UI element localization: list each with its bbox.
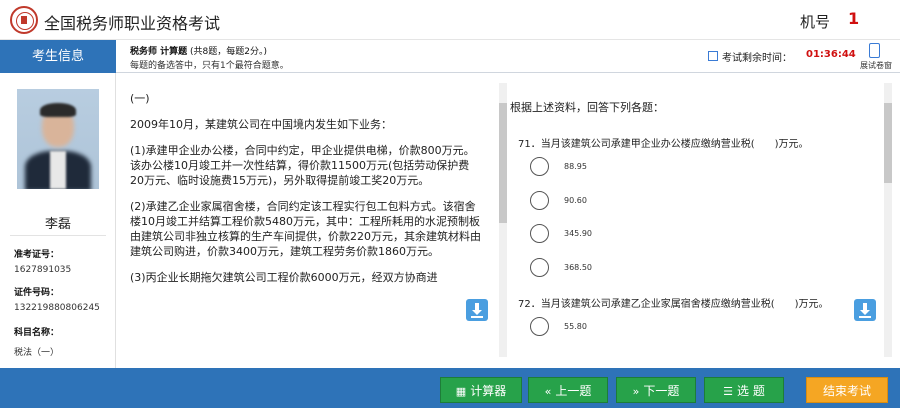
calculator-label: 计算器 [470, 384, 507, 398]
id-number-value: 132219880806245 [14, 303, 100, 313]
admission-number-label: 准考证号： [14, 250, 60, 260]
seat-number-value: 1 [848, 9, 860, 28]
material-paragraph: (一) [130, 92, 150, 105]
option-value: 345.90 [564, 229, 592, 238]
subject-meta: (共8题，每题2分。) [190, 47, 267, 57]
exam-logo-icon [10, 6, 38, 34]
candidate-photo [17, 89, 99, 189]
next-question-label: 下一题 [643, 384, 680, 398]
radio-button[interactable] [530, 157, 549, 176]
material-paragraph: (1)承建甲企业办公楼，合同中约定，甲企业提供电梯，价款800万元。该办公楼10… [130, 144, 475, 187]
candidate-info-panel: 李磊 准考证号： 1627891035 证件号码： 13221988080624… [0, 73, 116, 368]
calculator-icon: ▦ [455, 385, 467, 398]
option-value: 90.60 [564, 196, 587, 205]
calculator-button[interactable]: ▦ 计算器 [440, 377, 522, 403]
download-icon-base [471, 316, 483, 318]
material-paragraph: (2)承建乙企业家属宿舍楼，合同约定该工程实行包工包料方式。该宿舍楼10月竣工并… [130, 200, 481, 258]
candidate-name: 李磊 [44, 217, 71, 232]
top-header: 全国税务师职业资格考试 机号 1 [0, 0, 900, 40]
subject-name: 税务师 计算题 [130, 47, 188, 57]
question-stem: 71．当月该建筑公司承建甲企业办公楼应缴纳营业税( )万元。 [518, 139, 809, 150]
question-intro: 根据上述资料，回答下列各题： [510, 101, 664, 114]
answer-option[interactable]: 345.90 [530, 224, 730, 244]
select-question-button[interactable]: ☰ 选 题 [704, 377, 784, 403]
radio-button[interactable] [530, 258, 549, 277]
subject-bar: 税务师 计算题 (共8题，每题2分。) 每题的备选答中，只有1个最符合题意。 考… [116, 40, 900, 73]
question-scrollbar[interactable] [884, 83, 892, 357]
double-chevron-left-icon: « [544, 385, 552, 398]
question-content: (一) 2009年10月，某建筑公司在中国境内发生如下业务： (1)承建甲企业办… [118, 73, 900, 368]
subject-name-label: 科目名称： [14, 328, 60, 338]
timer-checkbox[interactable] [708, 51, 718, 61]
prev-question-label: 上一题 [555, 384, 592, 398]
timer-value: 01:36:44 [806, 49, 856, 60]
material-scrollbar[interactable] [499, 83, 507, 357]
option-value: 55.80 [564, 322, 587, 331]
material-scroll-thumb[interactable] [499, 103, 507, 223]
radio-button[interactable] [530, 317, 549, 336]
answer-option[interactable]: 88.95 [530, 157, 730, 177]
radio-button[interactable] [530, 224, 549, 243]
subject-hint: 每题的备选答中，只有1个最符合题意。 [130, 61, 289, 71]
prev-question-button[interactable]: «上一题 [528, 377, 608, 403]
end-exam-button[interactable]: 结束考试 [806, 377, 888, 403]
download-icon[interactable] [854, 299, 876, 321]
double-chevron-right-icon: » [632, 385, 640, 398]
subject-line: 税务师 计算题 (共8题，每题2分。) [130, 44, 267, 57]
next-question-button[interactable]: » 下一题 [616, 377, 696, 403]
candidate-info-tab: 考生信息 [0, 40, 116, 73]
question-scroll-thumb[interactable] [884, 103, 892, 183]
panel-toggle-icon [869, 43, 880, 58]
info-divider [10, 235, 106, 236]
app-title: 全国税务师职业资格考试 [44, 14, 221, 33]
admission-number-value: 1627891035 [14, 265, 72, 275]
option-value: 368.50 [564, 263, 592, 272]
select-question-label: 选 题 [737, 384, 765, 398]
answer-option[interactable]: 368.50 [530, 258, 730, 278]
material-paragraph: (3)丙企业长期拖欠建筑公司工程价款6000万元，经双方协商进 [130, 271, 438, 284]
answer-option[interactable]: 55.80 [530, 317, 730, 337]
seat-number-label: 机号 [800, 13, 831, 31]
panel-toggle-label: 展试卷窗 [860, 61, 892, 70]
question-pane[interactable]: 根据上述资料，回答下列各题： 71．当月该建筑公司承建甲企业办公楼应缴纳营业税(… [510, 99, 880, 361]
download-icon[interactable] [466, 299, 488, 321]
material-paragraph: 2009年10月，某建筑公司在中国境内发生如下业务： [130, 118, 392, 131]
end-exam-label: 结束考试 [822, 384, 871, 398]
footer-bar: ▦ 计算器 «上一题 » 下一题 ☰ 选 题 结束考试 [0, 368, 900, 408]
option-value: 88.95 [564, 162, 587, 171]
timer-label: 考试剩余时间： [722, 53, 792, 64]
id-number-label: 证件号码： [14, 288, 60, 298]
answer-option[interactable]: 90.60 [530, 191, 730, 211]
download-icon-base [859, 316, 871, 318]
subject-name-value: 税法（一） [14, 348, 60, 358]
radio-button[interactable] [530, 191, 549, 210]
list-icon: ☰ [723, 385, 734, 398]
question-stem: 72．当月该建筑公司承建乙企业家属宿舍楼应缴纳营业税( )万元。 [518, 299, 829, 310]
photo-shirt [50, 151, 66, 189]
photo-hair [40, 103, 76, 117]
material-pane[interactable]: (一) 2009年10月，某建筑公司在中国境内发生如下业务： (1)承建甲企业办… [130, 91, 482, 353]
panel-toggle-button[interactable]: 展试卷窗 [856, 43, 896, 71]
